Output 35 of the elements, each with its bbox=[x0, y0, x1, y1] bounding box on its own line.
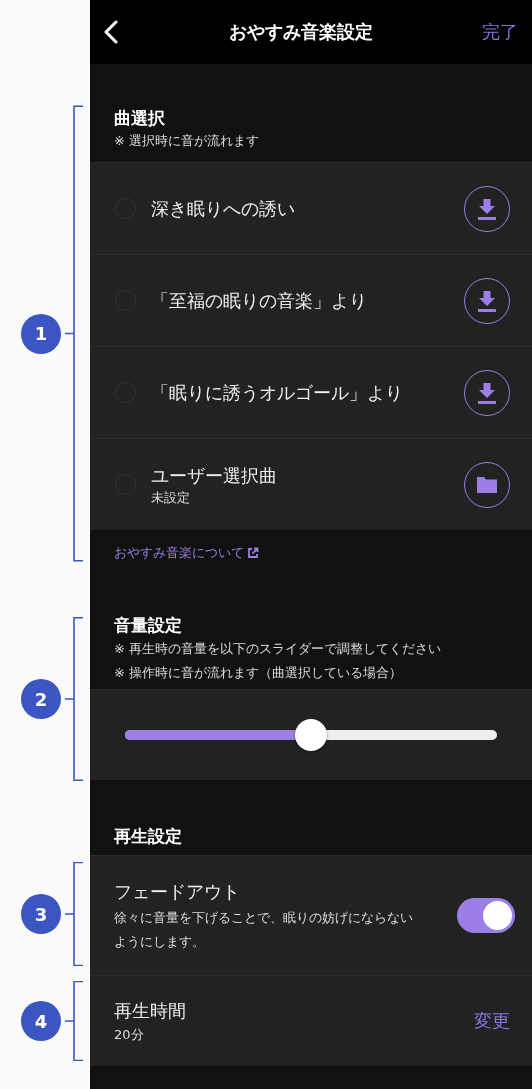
download-icon bbox=[475, 288, 499, 313]
toggle-switch[interactable] bbox=[457, 898, 515, 933]
setting-label: 再生時間 bbox=[114, 999, 186, 1023]
setting-value: 20分 bbox=[114, 1026, 144, 1044]
section-note: ※ 選択時に音が流れます bbox=[114, 132, 260, 150]
callout-number: 1 bbox=[21, 313, 61, 354]
done-button[interactable]: 完了 bbox=[482, 20, 518, 44]
slider-thumb[interactable] bbox=[295, 719, 327, 751]
change-button[interactable]: 変更 bbox=[474, 1009, 510, 1033]
song-row[interactable]: 深き眠りへの誘い bbox=[90, 162, 532, 254]
section-title: 曲選択 bbox=[114, 107, 165, 130]
back-button[interactable] bbox=[102, 18, 120, 46]
song-title: 「眠りに誘うオルゴール」より bbox=[151, 380, 403, 405]
callout-number: 2 bbox=[21, 679, 61, 719]
info-link[interactable]: おやすみ音楽について bbox=[114, 543, 259, 562]
section-note: ※ 操作時に音が流れます（曲選択している場合） bbox=[114, 664, 403, 682]
song-status: 未設定 bbox=[151, 488, 190, 507]
section-title: 再生設定 bbox=[114, 825, 182, 848]
song-row[interactable]: ユーザー選択曲 未設定 bbox=[90, 438, 532, 530]
song-title: 「至福の眠りの音楽」より bbox=[151, 288, 367, 313]
callout-number: 4 bbox=[21, 1001, 61, 1041]
song-title: ユーザー選択曲 bbox=[151, 463, 277, 488]
screen-title: おやすみ音楽設定 bbox=[229, 20, 373, 44]
download-icon bbox=[475, 380, 499, 405]
song-row[interactable]: 「至福の眠りの音楽」より bbox=[90, 254, 532, 346]
download-icon bbox=[475, 196, 499, 221]
setting-description: 徐々に音量を下げることで、眠りの妨げにならないようにします。 bbox=[114, 908, 414, 951]
callout-number: 3 bbox=[21, 894, 61, 934]
song-title: 深き眠りへの誘い bbox=[151, 196, 295, 221]
setting-label: フェードアウト bbox=[114, 879, 240, 904]
external-link-icon bbox=[247, 546, 259, 559]
section-note: ※ 再生時の音量を以下のスライダーで調整してください bbox=[114, 640, 442, 658]
back-icon bbox=[104, 20, 118, 44]
section-title: 音量設定 bbox=[114, 614, 182, 637]
song-row[interactable]: 「眠りに誘うオルゴール」より bbox=[90, 346, 532, 438]
